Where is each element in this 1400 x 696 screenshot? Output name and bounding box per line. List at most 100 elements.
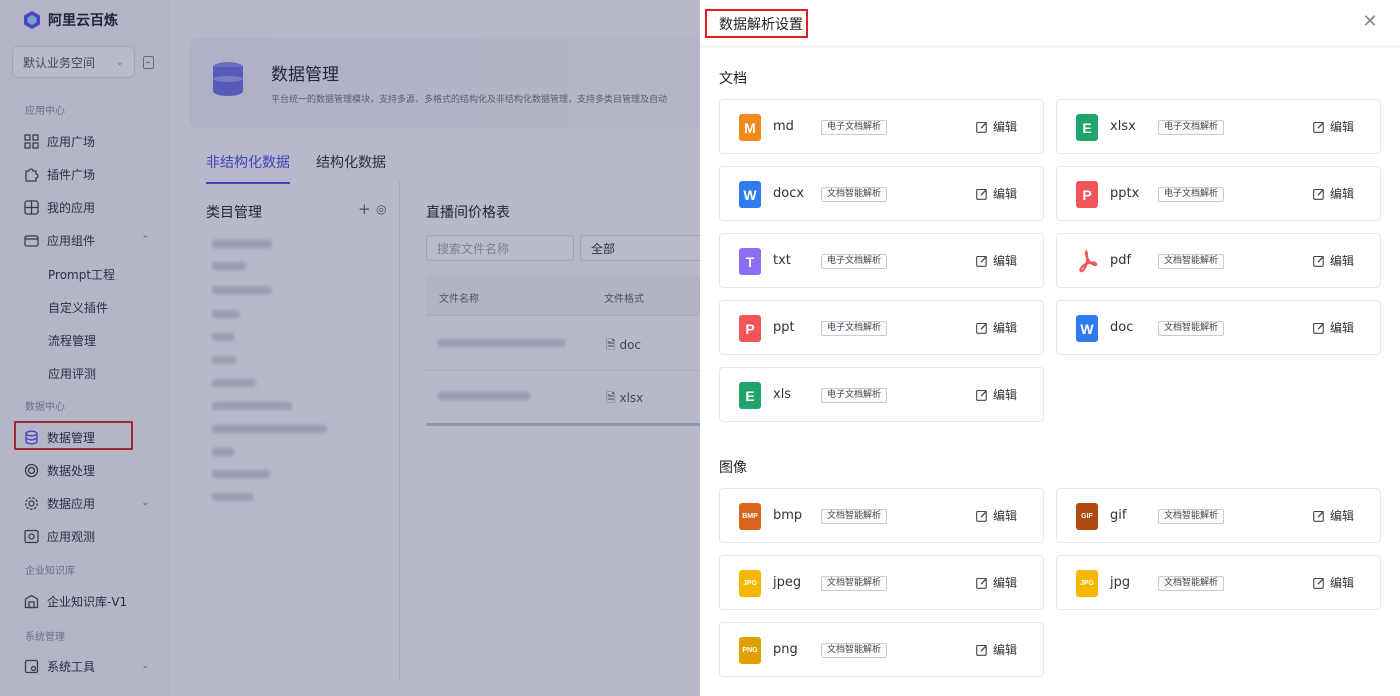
parser-tag: 电子文档解析 <box>821 321 888 336</box>
edit-button[interactable]: 编辑 <box>976 319 1017 336</box>
ppt-file-icon: P <box>739 315 761 342</box>
edit-label: 编辑 <box>1330 254 1355 268</box>
edit-label: 编辑 <box>1330 321 1355 335</box>
edit-label: 编辑 <box>993 509 1018 523</box>
file-type-name: png <box>773 642 798 657</box>
pdf-file-icon <box>1076 248 1098 275</box>
edit-button[interactable]: 编辑 <box>1313 118 1354 135</box>
file-type-name: bmp <box>773 508 803 523</box>
edit-button[interactable]: 编辑 <box>976 252 1017 269</box>
gif-file-icon: GIF <box>1076 503 1098 530</box>
edit-button[interactable]: 编辑 <box>976 641 1017 658</box>
parser-tag: 电子文档解析 <box>821 388 888 403</box>
edit-label: 编辑 <box>993 187 1018 201</box>
edit-icon <box>976 644 987 656</box>
file-type-name: jpg <box>1110 575 1131 590</box>
parser-tag: 文档智能解析 <box>821 643 888 658</box>
edit-icon <box>976 255 987 267</box>
edit-label: 编辑 <box>1330 120 1355 134</box>
edit-button[interactable]: 编辑 <box>1313 252 1354 269</box>
doc-file-icon: W <box>1076 315 1098 342</box>
edit-label: 编辑 <box>1330 509 1355 523</box>
parser-tag: 文档智能解析 <box>821 576 888 591</box>
file-type-card: Wdocx 文档智能解析 编辑 <box>719 166 1044 221</box>
parser-tag: 文档智能解析 <box>821 509 888 524</box>
bmp-file-icon: BMP <box>739 503 761 530</box>
png-file-icon: PNG <box>739 637 761 664</box>
file-type-card: pdf 文档智能解析 编辑 <box>1056 233 1381 288</box>
file-type-name: pdf <box>1110 253 1132 268</box>
parser-tag: 电子文档解析 <box>1158 187 1225 202</box>
file-type-card: Exls 电子文档解析 编辑 <box>719 367 1044 422</box>
file-type-card: Exlsx 电子文档解析 编辑 <box>1056 99 1381 154</box>
edit-button[interactable]: 编辑 <box>1313 319 1354 336</box>
edit-label: 编辑 <box>993 388 1018 402</box>
docx-file-icon: W <box>739 181 761 208</box>
edit-label: 编辑 <box>993 321 1018 335</box>
edit-button[interactable]: 编辑 <box>1313 574 1354 591</box>
edit-icon <box>976 188 987 200</box>
edit-icon <box>1313 510 1324 522</box>
jpg-file-icon: JPG <box>1076 570 1098 597</box>
edit-label: 编辑 <box>993 576 1018 590</box>
edit-label: 编辑 <box>993 254 1018 268</box>
edit-button[interactable]: 编辑 <box>976 118 1017 135</box>
file-type-name: md <box>773 119 794 134</box>
parser-tag: 文档智能解析 <box>821 187 888 202</box>
group-title: 文档 <box>719 71 747 87</box>
file-type-card: JPG jpg 文档智能解析 编辑 <box>1056 555 1381 610</box>
edit-label: 编辑 <box>993 120 1018 134</box>
edit-icon <box>976 510 987 522</box>
file-type-name: doc <box>1110 320 1134 335</box>
edit-button[interactable]: 编辑 <box>976 386 1017 403</box>
parser-tag: 文档智能解析 <box>1158 321 1225 336</box>
parse-settings-drawer: 数据解析设置 ✕ 文档 Mmd 电子文档解析 编辑 Exlsx 电子文档解析 编辑 Wdocx… <box>700 0 1400 696</box>
parser-tag: 文档智能解析 <box>1158 254 1225 269</box>
drawer-header: 数据解析设置 ✕ <box>700 0 1400 47</box>
edit-button[interactable]: 编辑 <box>1313 507 1354 524</box>
pptx-file-icon: P <box>1076 181 1098 208</box>
edit-label: 编辑 <box>1330 187 1355 201</box>
md-file-icon: M <box>739 114 761 141</box>
file-type-name: ppt <box>773 320 795 335</box>
file-type-name: xlsx <box>1110 119 1136 134</box>
parser-tag: 文档智能解析 <box>1158 576 1225 591</box>
file-type-card: PNG png 文档智能解析 编辑 <box>719 622 1044 677</box>
file-type-card: Wdoc 文档智能解析 编辑 <box>1056 300 1381 355</box>
edit-button[interactable]: 编辑 <box>976 185 1017 202</box>
txt-file-icon: T <box>739 248 761 275</box>
edit-icon <box>1313 188 1324 200</box>
edit-button[interactable]: 编辑 <box>976 507 1017 524</box>
edit-icon <box>976 322 987 334</box>
edit-label: 编辑 <box>1330 576 1355 590</box>
edit-icon <box>976 121 987 133</box>
edit-button[interactable]: 编辑 <box>1313 185 1354 202</box>
parser-tag: 电子文档解析 <box>821 120 888 135</box>
edit-label: 编辑 <box>993 643 1018 657</box>
edit-button[interactable]: 编辑 <box>976 574 1017 591</box>
parser-tag: 电子文档解析 <box>821 254 888 269</box>
close-icon[interactable]: ✕ <box>1361 13 1379 31</box>
file-type-name: txt <box>773 253 791 268</box>
file-type-card: Mmd 电子文档解析 编辑 <box>719 99 1044 154</box>
file-type-card: Ppptx 电子文档解析 编辑 <box>1056 166 1381 221</box>
modal-overlay[interactable] <box>0 0 700 696</box>
file-type-name: xls <box>773 387 792 402</box>
highlight-annotation <box>705 9 808 38</box>
parser-tag: 文档智能解析 <box>1158 509 1225 524</box>
file-type-name: gif <box>1110 508 1127 523</box>
jpeg-file-icon: JPG <box>739 570 761 597</box>
xlsx-file-icon: E <box>1076 114 1098 141</box>
file-type-card: Pppt 电子文档解析 编辑 <box>719 300 1044 355</box>
xls-file-icon: E <box>739 382 761 409</box>
file-type-name: docx <box>773 186 805 201</box>
file-type-card: Ttxt 电子文档解析 编辑 <box>719 233 1044 288</box>
edit-icon <box>976 577 987 589</box>
file-type-name: pptx <box>1110 186 1140 201</box>
parser-tag: 电子文档解析 <box>1158 120 1225 135</box>
file-type-card: JPG jpeg 文档智能解析 编辑 <box>719 555 1044 610</box>
group-title: 图像 <box>719 460 747 476</box>
file-type-name: jpeg <box>773 575 802 590</box>
edit-icon <box>1313 577 1324 589</box>
edit-icon <box>1313 322 1324 334</box>
